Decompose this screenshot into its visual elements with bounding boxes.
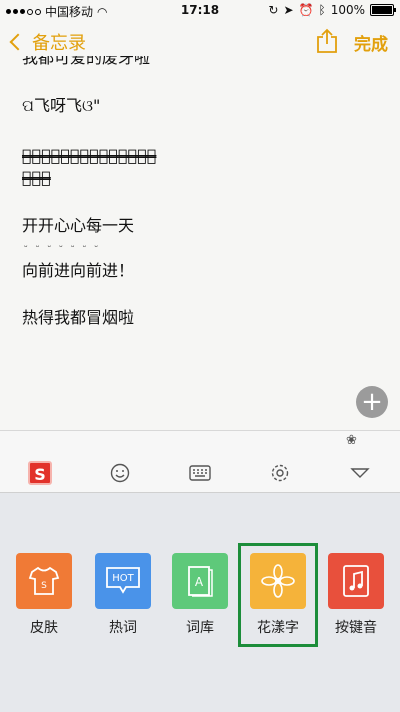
hot-icon: HOT (95, 553, 151, 609)
skin-button[interactable]: S 皮肤 (14, 553, 74, 637)
chevron-left-icon (9, 33, 27, 51)
sogou-logo-icon[interactable]: S (28, 461, 52, 485)
collapse-icon[interactable] (348, 461, 372, 485)
note-line: ପ飞呀飞ଓ" (22, 96, 101, 115)
skin-icon: S (16, 553, 72, 609)
status-bar: 中国移动 ◠ 17:18 ↻ ➤ ⏰ ᛒ 100% (0, 0, 400, 20)
bluetooth-icon: ᛒ (318, 3, 326, 17)
dictionary-button[interactable]: A 词库 (170, 553, 230, 637)
battery-percent: 100% (330, 3, 365, 17)
location-icon: ➤ (283, 3, 294, 17)
key-sound-icon (328, 553, 384, 609)
note-line: 开开心心每一天 (22, 216, 135, 235)
dictionary-label: 词库 (186, 620, 214, 636)
svg-text:A: A (195, 575, 204, 589)
hot-words-label: 热词 (109, 620, 137, 636)
note-editor[interactable]: 我都可爱的废牙啦 ପ飞呀飞ଓ" 今̶天̶风̶真̶的̶好̶大̶啊̶，̶把̶雾̶霾̶… (22, 50, 382, 370)
emoji-icon[interactable] (108, 461, 132, 485)
alarm-icon: ⏰ (298, 3, 314, 17)
orientation-lock-icon: ↻ (268, 3, 279, 17)
svg-text:HOT: HOT (112, 573, 134, 584)
note-line: 走̶啦̶～̶ (22, 168, 51, 187)
key-sound-button[interactable]: 按键音 (326, 553, 386, 637)
note-line: 今̶天̶风̶真̶的̶好̶大̶啊̶，̶把̶雾̶霾̶都̶吹̶ (22, 146, 157, 165)
flower-small-icon: ❀ (346, 433, 357, 448)
keyboard-icon[interactable] (188, 461, 212, 485)
skin-label: 皮肤 (30, 620, 58, 636)
plus-icon: + (361, 387, 383, 417)
hot-words-button[interactable]: HOT 热词 (93, 553, 153, 637)
note-line: 向前进向前进！ (22, 261, 135, 280)
settings-icon[interactable] (268, 461, 292, 485)
key-sound-label: 按键音 (335, 620, 377, 636)
add-button[interactable]: + (356, 386, 388, 418)
selection-highlight (238, 543, 318, 647)
toolbar-row: S (0, 456, 400, 490)
note-line: 我都可爱的废牙啦 (22, 50, 151, 67)
battery-icon (370, 4, 396, 16)
dictionary-icon: A (172, 553, 228, 609)
svg-text:S: S (41, 581, 47, 591)
note-line: 热得我都冒烟啦 (22, 308, 135, 327)
decorative-dots: ᵕᵕᵕᵕᵕᵕᵕ (24, 243, 107, 253)
